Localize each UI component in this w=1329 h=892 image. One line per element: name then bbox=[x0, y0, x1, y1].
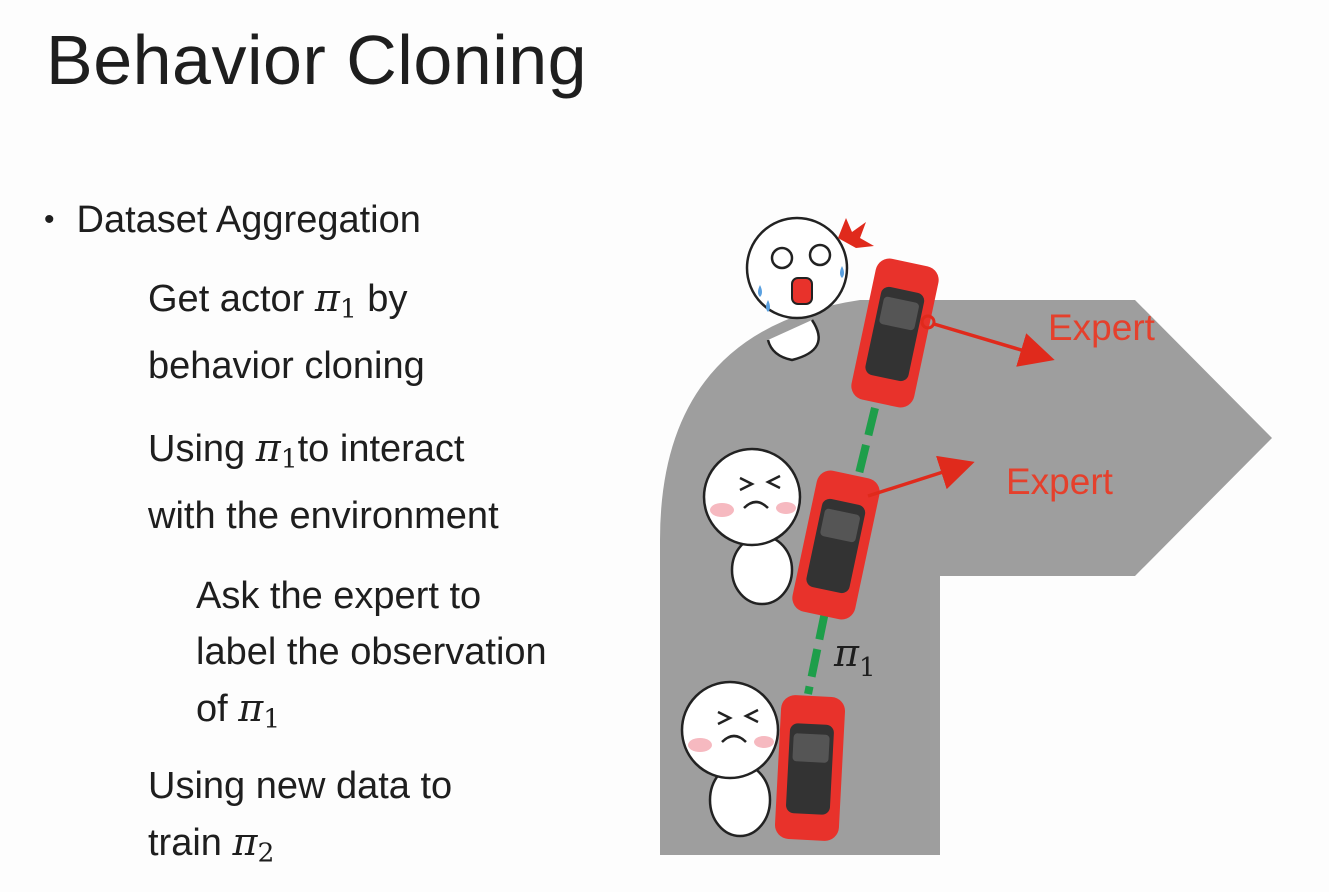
car-icon bbox=[774, 695, 846, 841]
expert-label: Expert bbox=[1048, 307, 1156, 348]
expert-label: Expert bbox=[1006, 461, 1114, 502]
anger-mark-icon bbox=[838, 218, 874, 248]
driving-diagram: Expert Expert π1 bbox=[660, 216, 1272, 855]
